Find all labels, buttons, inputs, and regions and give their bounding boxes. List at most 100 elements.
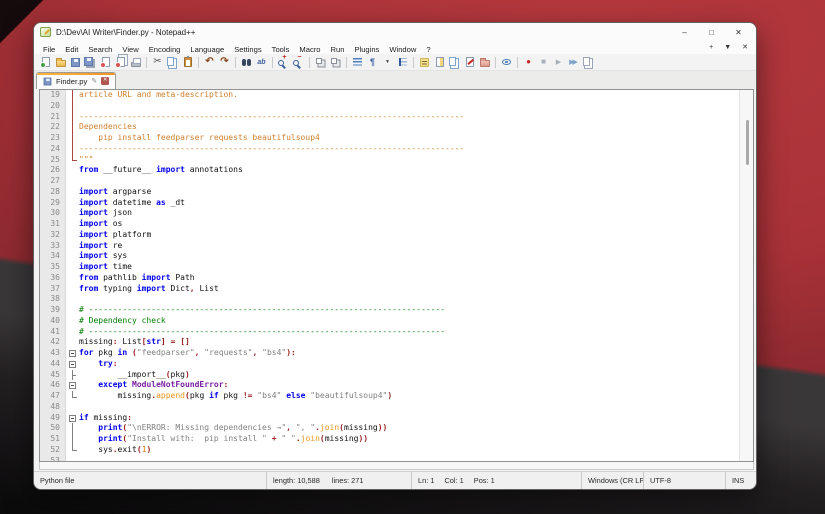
menu-encoding[interactable]: Encoding [144,45,186,54]
line-number[interactable]: 40 [40,315,66,327]
line-number[interactable]: 27 [40,176,66,187]
save-file-button[interactable] [68,55,83,69]
print-button[interactable] [128,55,143,69]
line-number[interactable]: 46 [40,380,66,391]
tab-close-icon[interactable]: ✕ [101,77,110,85]
close-all-button[interactable] [113,55,128,69]
tab-finder-py[interactable]: Finder.py ✎ ✕ [36,72,117,89]
fold-collapse-icon[interactable] [66,359,79,370]
macro-play-button[interactable]: ▶ [551,55,566,69]
sync-vertical-scrolling-button[interactable] [313,55,328,69]
line-number[interactable]: 19 [40,90,66,101]
line-number[interactable]: 26 [40,165,66,176]
word-wrap-button[interactable] [350,55,365,69]
line-number[interactable]: 44 [40,358,66,370]
function-list-button[interactable] [417,55,432,69]
line-number[interactable]: 30 [40,208,66,219]
pin-tab-icon[interactable]: ✎ [91,78,97,85]
fold-collapse-icon[interactable] [66,348,79,359]
text-area[interactable]: 19 article URL and meta-description. 20 21 -… [40,90,739,461]
maximize-button[interactable]: □ [698,23,725,41]
paste-button[interactable] [180,55,195,69]
tab-list-dropdown[interactable]: ▼ [724,44,731,51]
macro-record-button[interactable]: ● [521,55,536,69]
save-file-icon [71,57,80,67]
macro-stop-button[interactable]: ■ [536,55,551,69]
save-all-button[interactable] [83,55,98,69]
line-number[interactable]: 39 [40,305,66,316]
menu-macro[interactable]: Macro [294,45,325,54]
line-number[interactable]: 25 [40,154,66,166]
line-number[interactable]: 49 [40,412,66,424]
cut-button[interactable]: ✂ [150,55,165,69]
fold-collapse-icon[interactable] [66,380,79,391]
macro-save-button[interactable] [581,55,596,69]
menu-language[interactable]: Language [185,45,229,54]
horizontal-scrollbar[interactable] [39,462,754,470]
indent-guide-button[interactable] [395,55,410,69]
redo-button[interactable]: ↷ [217,55,232,69]
menu-settings[interactable]: Settings [229,45,266,54]
line-number[interactable]: 23 [40,133,66,144]
undo-button[interactable]: ↶ [202,55,217,69]
replace-button[interactable]: ab [254,55,269,69]
menu-run[interactable]: Run [326,45,350,54]
line-number[interactable]: 29 [40,197,66,209]
line-number[interactable]: 53 [40,455,66,461]
vertical-scrollbar[interactable] [739,90,753,461]
show-symbol-dropdown-button[interactable]: ▼ [380,55,395,69]
minimize-button[interactable]: – [671,23,698,41]
sync-horizontal-scrolling-button[interactable] [328,55,343,69]
line-number[interactable]: 37 [40,283,66,295]
line-number[interactable]: 41 [40,326,66,338]
menu-view[interactable]: View [117,45,143,54]
line-number[interactable]: 51 [40,434,66,445]
zoom-out-button[interactable] [291,54,306,69]
line-number[interactable]: 24 [40,143,66,155]
new-file-button[interactable] [38,55,53,69]
document-map-button[interactable] [432,55,447,69]
line-number[interactable]: 22 [40,122,66,133]
line-number[interactable]: 20 [40,100,66,112]
menu-search[interactable]: Search [83,45,117,54]
zoom-in-button[interactable] [276,54,291,69]
tab-bar: Finder.py ✎ ✕ [34,71,756,89]
menu-file[interactable]: File [38,45,60,54]
line-number[interactable]: 33 [40,240,66,252]
line-number[interactable]: 50 [40,423,66,434]
line-number[interactable]: 43 [40,348,66,359]
line-number[interactable]: 34 [40,251,66,262]
line-number[interactable]: 45 [40,369,66,381]
close-tab-button[interactable]: ✕ [742,44,748,51]
menu-plugins[interactable]: Plugins [349,45,384,54]
show-all-characters-button[interactable]: ¶ [365,55,380,69]
new-tab-button[interactable]: + [709,44,713,51]
document-edit-button[interactable] [462,55,477,69]
line-number[interactable]: 38 [40,294,66,305]
close-file-button[interactable] [98,55,113,69]
line-number[interactable]: 21 [40,111,66,123]
macro-run-multiple-button[interactable]: ▶▶ [566,55,581,69]
line-number[interactable]: 48 [40,401,66,413]
line-number[interactable]: 35 [40,262,66,273]
menu-tools[interactable]: Tools [267,45,295,54]
menu-edit[interactable]: Edit [60,45,83,54]
line-number[interactable]: 47 [40,391,66,402]
menu-help[interactable]: ? [421,45,435,54]
monitoring-button[interactable] [499,55,514,69]
line-number[interactable]: 42 [40,337,66,348]
open-file-button[interactable] [53,55,68,69]
fold-collapse-icon[interactable] [66,413,79,424]
copy-button[interactable] [165,55,180,69]
folder-as-workspace-button[interactable] [477,55,492,69]
document-list-button[interactable] [447,55,462,69]
find-button[interactable] [239,55,254,69]
line-number[interactable]: 32 [40,229,66,241]
line-number[interactable]: 31 [40,219,66,230]
line-number[interactable]: 36 [40,272,66,284]
line-number[interactable]: 52 [40,444,66,456]
line-number[interactable]: 28 [40,186,66,198]
vertical-scrollbar-thumb[interactable] [746,120,749,165]
close-button[interactable]: ✕ [725,23,752,41]
menu-window[interactable]: Window [384,45,421,54]
